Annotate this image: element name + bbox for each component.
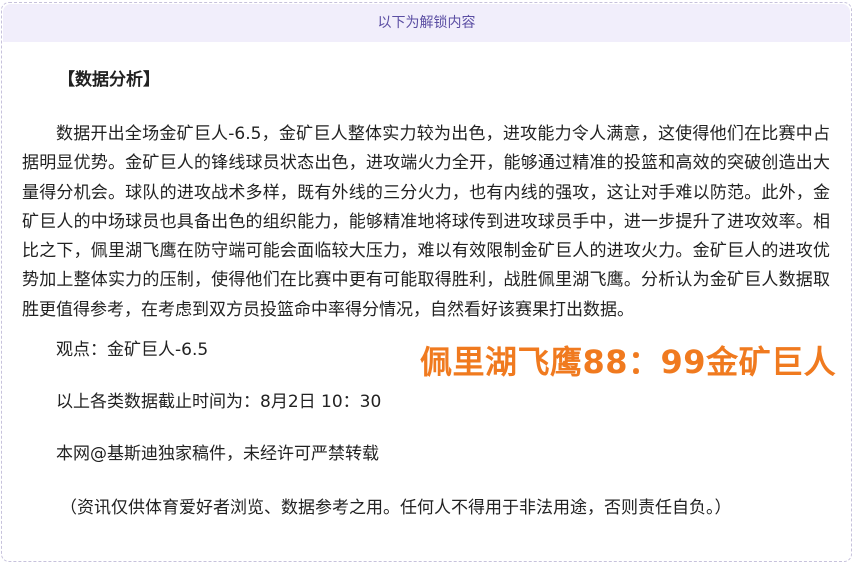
article-content: 【数据分析】 数据开出全场金矿巨人-6.5，金矿巨人整体实力较为出色，进攻能力令… — [0, 0, 857, 544]
data-cutoff-time: 以上各类数据截止时间为：8月2日 10：30 — [56, 392, 382, 412]
analysis-paragraph: 数据开出全场金矿巨人-6.5，金矿巨人整体实力较为出色，进攻能力令人满意，这使得… — [22, 124, 830, 320]
copyright-notice: 本网@基斯迪独家稿件，未经许可严禁转载 — [56, 444, 379, 464]
disclaimer-text: （资讯仅供体育爱好者浏览、数据参考之用。任何人不得用于非法用途，否则责任自负。） — [60, 498, 732, 518]
section-heading: 【数据分析】 — [58, 70, 160, 90]
final-score-overlay: 佩里湖飞鹰88：99金矿巨人 — [420, 343, 837, 381]
viewpoint-line: 观点：金矿巨人-6.5 — [56, 340, 209, 360]
